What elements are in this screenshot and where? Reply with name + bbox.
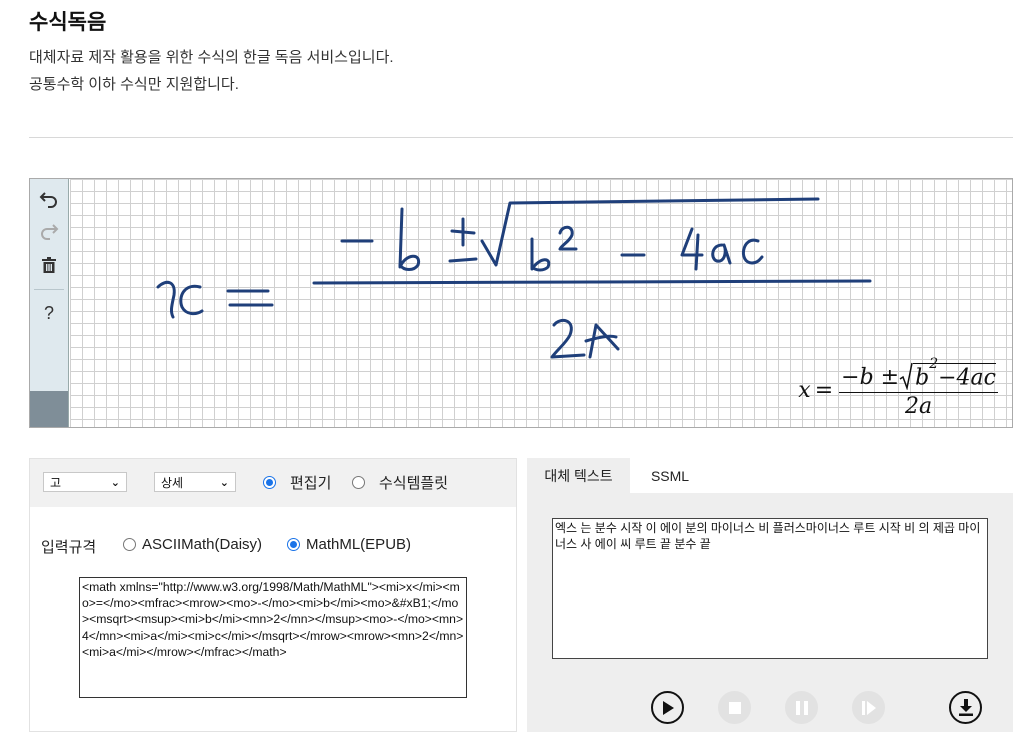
mode-template-option[interactable]: 수식템플릿 [352,472,448,493]
play-icon [662,700,674,715]
level-select-value: 고 [50,475,62,490]
tab-ssml[interactable]: SSML [630,458,710,493]
play-button[interactable] [651,691,684,724]
toolbar-separator [34,289,64,290]
radical-sign-icon [899,362,913,390]
canvas-toolbar: ? [30,179,69,427]
mode-editor-option[interactable]: 편집기 [263,472,331,493]
trash-icon [42,257,56,273]
detail-select-value: 상세 [161,475,184,490]
stop-button[interactable] [718,691,751,724]
mode-editor-radio[interactable] [263,476,276,489]
formula-minus-b: −b ± [841,365,900,390]
chevron-down-icon: ⌄ [219,476,229,489]
toolbar-footer [30,391,68,427]
formula-exponent: 2 [929,355,939,372]
resume-button[interactable] [852,691,885,724]
mathml-code-input[interactable]: <math xmlns="http://www.w3.org/1998/Math… [79,577,467,698]
page-title: 수식독음 [29,11,107,34]
download-button[interactable] [949,691,982,724]
redo-icon [41,224,59,240]
redo-button[interactable] [30,216,68,246]
formula-numerator: −b ± b2−4ac [839,356,998,393]
mode-template-label: 수식템플릿 [379,475,449,492]
formula-radicand: b2−4ac [913,356,996,390]
page-support-note: 공통수학 이하 수식만 지원합니다. [29,76,239,93]
mode-editor-label: 편집기 [290,475,332,492]
rendered-formula: x = −b ± b2−4ac 2a [798,356,998,419]
input-ascii-option[interactable]: ASCIIMath(Daisy) [123,536,262,553]
help-button[interactable]: ? [30,298,68,328]
divider [29,137,1013,138]
undo-button[interactable] [30,184,68,214]
chevron-down-icon: ⌄ [110,476,120,489]
input-ascii-label: ASCIIMath(Daisy) [142,536,263,553]
output-panel: 대체 텍스트 SSML 엑스 는 분수 시작 이 에이 분의 마이너스 비 플러… [527,458,1013,732]
options-header: 고 ⌄ 상세 ⌄ 편집기 수식템플릿 [30,459,516,507]
input-mathml-option[interactable]: MathML(EPUB) [287,536,411,553]
pause-button[interactable] [785,691,818,724]
input-mathml-label: MathML(EPUB) [306,536,412,553]
formula-fraction: −b ± b2−4ac 2a [839,356,998,419]
formula-radicand-b: b [915,365,930,390]
alt-text-output[interactable]: 엑스 는 분수 시작 이 에이 분의 마이너스 비 플러스마이너스 루트 시작 … [552,518,988,659]
level-select[interactable]: 고 ⌄ [43,472,127,492]
input-format-label: 입력규격 [41,539,97,556]
resume-icon [861,700,876,715]
download-icon [958,699,973,716]
undo-icon [39,192,57,208]
clear-button[interactable] [30,250,68,280]
formula-denominator: 2a [905,394,933,419]
formula-x: x [798,378,811,403]
tab-alt-text[interactable]: 대체 텍스트 [527,458,630,493]
input-mathml-radio[interactable] [287,538,300,551]
page-description: 대체자료 제작 활용을 위한 수식의 한글 독음 서비스입니다. [29,49,394,66]
stop-icon [728,701,741,714]
input-options-panel: 고 ⌄ 상세 ⌄ 편집기 수식템플릿 입력규격 ASCIIMath(Daisy)… [29,458,517,732]
input-ascii-radio[interactable] [123,538,136,551]
pause-icon [795,700,808,715]
mode-template-radio[interactable] [352,476,365,489]
handwriting-area: ? x = −b ± b2−4ac 2a [29,178,1013,428]
formula-equals: = [814,378,834,403]
detail-select[interactable]: 상세 ⌄ [154,472,236,492]
formula-sqrt: b2−4ac [899,356,996,390]
formula-radicand-rest: −4ac [938,365,996,390]
